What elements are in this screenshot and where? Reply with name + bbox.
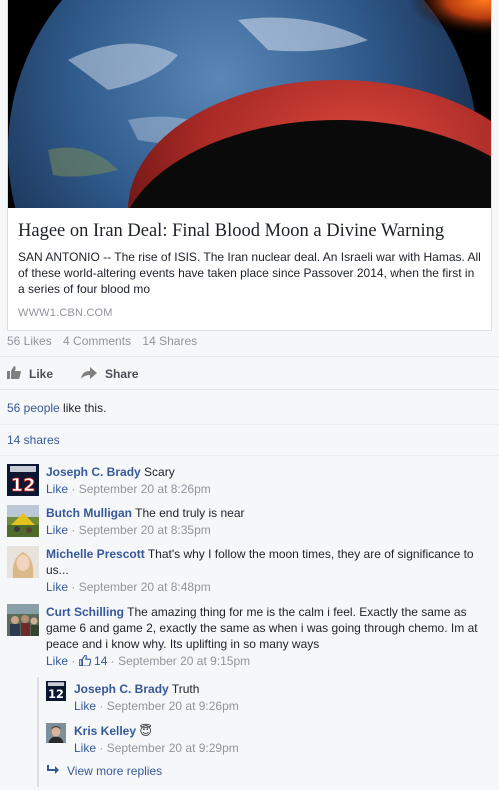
comment-timestamp[interactable]: September 20 at 8:26pm <box>79 482 211 496</box>
share-button[interactable]: Share <box>81 366 138 382</box>
reply-arrow-icon <box>46 764 59 778</box>
comment-text: The end truly is near <box>132 506 245 520</box>
commenter-name[interactable]: Joseph C. Brady <box>46 465 141 479</box>
commenter-name[interactable]: Butch Mulligan <box>46 506 132 520</box>
comment-like-link[interactable]: Like <box>46 523 68 537</box>
view-more-replies-link[interactable]: View more replies <box>46 764 162 778</box>
reply-timestamp[interactable]: September 20 at 9:29pm <box>107 741 239 755</box>
commenter-name[interactable]: Curt Schilling <box>46 605 124 619</box>
share-label: Share <box>105 367 139 381</box>
blood-moon-earth-image[interactable] <box>8 0 491 208</box>
view-more-replies-label: View more replies <box>67 764 163 778</box>
reply: Kris Kelley 😇 Like · September 20 at 9:2… <box>46 723 239 756</box>
outdoor-tent-avatar[interactable] <box>7 505 39 537</box>
comment-timestamp[interactable]: September 20 at 9:15pm <box>118 654 250 668</box>
comment-like-link[interactable]: Like <box>46 654 68 668</box>
comment-timestamp[interactable]: September 20 at 8:48pm <box>79 580 211 594</box>
reply: 12 Joseph C. Brady Truth Like · Septembe… <box>46 681 239 714</box>
post-actions: Like Share <box>7 366 166 382</box>
replier-name[interactable]: Kris Kelley <box>74 724 136 738</box>
reply-timestamp[interactable]: September 20 at 9:26pm <box>107 699 239 713</box>
replies-thread-line <box>37 677 39 787</box>
thumbs-up-icon <box>7 366 21 382</box>
comment-text: Scary <box>140 465 175 479</box>
reply-text: Truth <box>168 682 200 696</box>
people-liked-link[interactable]: 56 people <box>7 401 60 415</box>
shares-summary: 14 shares <box>7 433 60 447</box>
shares-count[interactable]: 14 Shares <box>142 334 197 348</box>
comment: 12 Joseph C. Brady Scary Like · Septembe… <box>7 464 211 497</box>
likes-summary-text: like this. <box>59 401 107 415</box>
post-stats: 56 Likes 4 Comments 14 Shares <box>7 334 205 348</box>
thumbs-up-icon <box>78 654 92 667</box>
share-arrow-icon <box>81 366 98 382</box>
shares-link[interactable]: 14 shares <box>7 433 60 447</box>
comment-reactions[interactable]: 14 <box>78 654 108 668</box>
jersey-12-avatar[interactable]: 12 <box>7 464 39 496</box>
divider <box>0 455 499 456</box>
likes-count[interactable]: 56 Likes <box>7 334 52 348</box>
like-label: Like <box>29 367 54 381</box>
link-preview-card[interactable]: Hagee on Iran Deal: Final Blood Moon a D… <box>7 0 492 331</box>
reply-like-link[interactable]: Like <box>74 699 96 713</box>
woman-portrait-avatar[interactable] <box>7 546 39 578</box>
comment: Michelle Prescott That's why I follow th… <box>7 546 492 595</box>
comment-like-link[interactable]: Like <box>46 580 68 594</box>
comment-like-count: 14 <box>94 654 108 668</box>
reply-like-link[interactable]: Like <box>74 741 96 755</box>
jersey-12-avatar[interactable]: 12 <box>46 681 66 701</box>
commenter-name[interactable]: Michelle Prescott <box>46 547 145 561</box>
man-portrait-avatar[interactable] <box>46 723 66 743</box>
crowd-photo-avatar[interactable] <box>7 604 39 636</box>
comment-like-link[interactable]: Like <box>46 482 68 496</box>
divider <box>0 356 499 357</box>
link-domain: WWW1.CBN.COM <box>18 307 113 319</box>
replier-name[interactable]: Joseph C. Brady <box>74 682 169 696</box>
comment: Curt Schilling The amazing thing for me … <box>7 604 492 669</box>
divider <box>0 424 499 425</box>
svg-text:12: 12 <box>10 475 35 496</box>
likes-summary: 56 people like this. <box>7 401 106 415</box>
divider <box>0 389 499 390</box>
halo-smile-emoji: 😇 <box>139 724 152 738</box>
link-description: SAN ANTONIO -- The rise of ISIS. The Ira… <box>18 250 481 296</box>
link-title[interactable]: Hagee on Iran Deal: Final Blood Moon a D… <box>18 220 481 242</box>
comment-timestamp[interactable]: September 20 at 8:35pm <box>79 523 211 537</box>
svg-text:12: 12 <box>48 688 64 701</box>
comment: Butch Mulligan The end truly is near Lik… <box>7 505 245 538</box>
comments-count[interactable]: 4 Comments <box>63 334 131 348</box>
like-button[interactable]: Like <box>7 366 53 382</box>
